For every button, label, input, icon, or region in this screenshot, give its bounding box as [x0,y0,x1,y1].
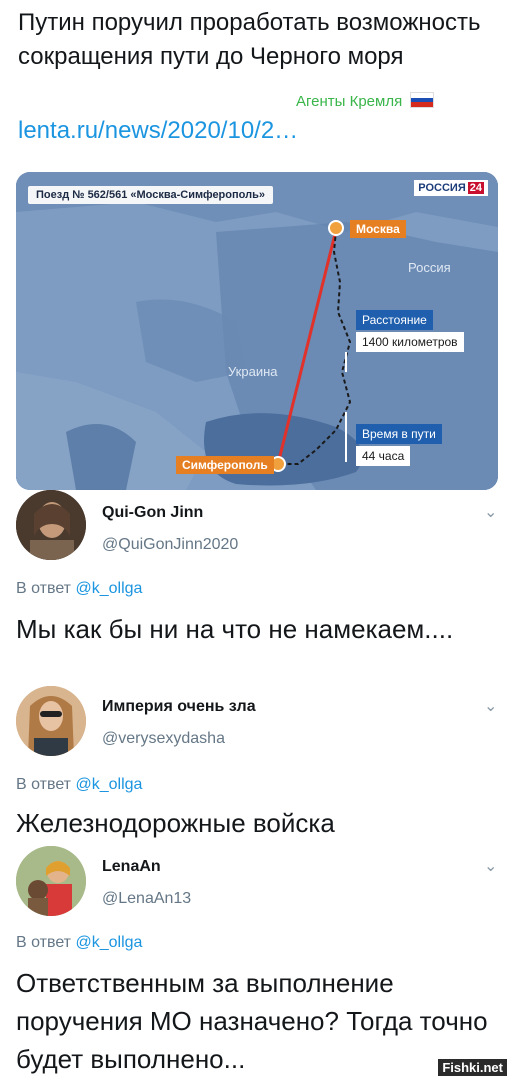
avatar[interactable] [16,686,86,756]
chevron-down-icon[interactable]: ⌄ [484,856,497,876]
channel-number: 24 [467,182,484,194]
distance-heading: Расстояние [356,310,433,330]
chevron-down-icon[interactable]: ⌄ [484,502,497,522]
reply-to-handle[interactable]: @k_ollga [75,934,142,951]
user-handle[interactable]: @QuiGonJinn2020 [102,536,238,554]
reply-to-line: В ответ @k_ollga [16,776,142,794]
avatar-image [16,846,86,916]
reply-text: Ответственным за выполнение поручения МО… [16,968,488,1074]
reply-prefix: В ответ [16,934,72,951]
source-tag[interactable]: Агенты Кремля [296,92,435,110]
reply-text: Мы как бы ни на что не намекаем.... [16,614,454,644]
reply-to-line: В ответ @k_ollga [16,580,142,598]
avatar-image [16,490,86,560]
avatar-image [16,686,86,756]
user-name[interactable]: Империя очень зла [102,698,256,716]
channel-name: РОССИЯ [418,182,466,194]
user-handle[interactable]: @verysexydasha [102,730,225,748]
reply-prefix: В ответ [16,776,72,793]
reply-to-handle[interactable]: @k_ollga [75,580,142,597]
avatar[interactable] [16,490,86,560]
user-name[interactable]: Qui-Gon Jinn [102,504,203,522]
reply-to-line: В ответ @k_ollga [16,934,142,952]
article-link[interactable]: lenta.ru/news/2020/10/2… [18,114,298,148]
ukraine-label: Украина [228,364,278,379]
moscow-label: Москва [350,220,406,238]
reply-text: Железнодорожные войска [16,808,335,838]
channel-logo: РОССИЯ 24 [414,180,488,196]
russia-label: Россия [408,260,451,275]
map-image[interactable]: Поезд № 562/561 «Москва-Симферополь» РОС… [16,172,498,490]
train-label: Поезд № 562/561 «Москва-Симферополь» [28,186,273,204]
reply-prefix: В ответ [16,580,72,597]
avatar[interactable] [16,846,86,916]
post-headline: Путин поручил проработать возможность со… [18,9,481,70]
user-handle[interactable]: @LenaAn13 [102,890,191,908]
russia-flag-icon [410,92,435,108]
chevron-down-icon[interactable]: ⌄ [484,696,497,716]
time-heading: Время в пути [356,424,442,444]
distance-value: 1400 километров [356,332,464,352]
watermark: Fishki.net [438,1059,507,1076]
source-tag-label: Агенты Кремля [296,93,403,110]
time-value: 44 часа [356,446,411,466]
reply-to-handle[interactable]: @k_ollga [75,776,142,793]
user-name[interactable]: LenaAn [102,858,161,876]
simferopol-label: Симферополь [176,456,274,474]
